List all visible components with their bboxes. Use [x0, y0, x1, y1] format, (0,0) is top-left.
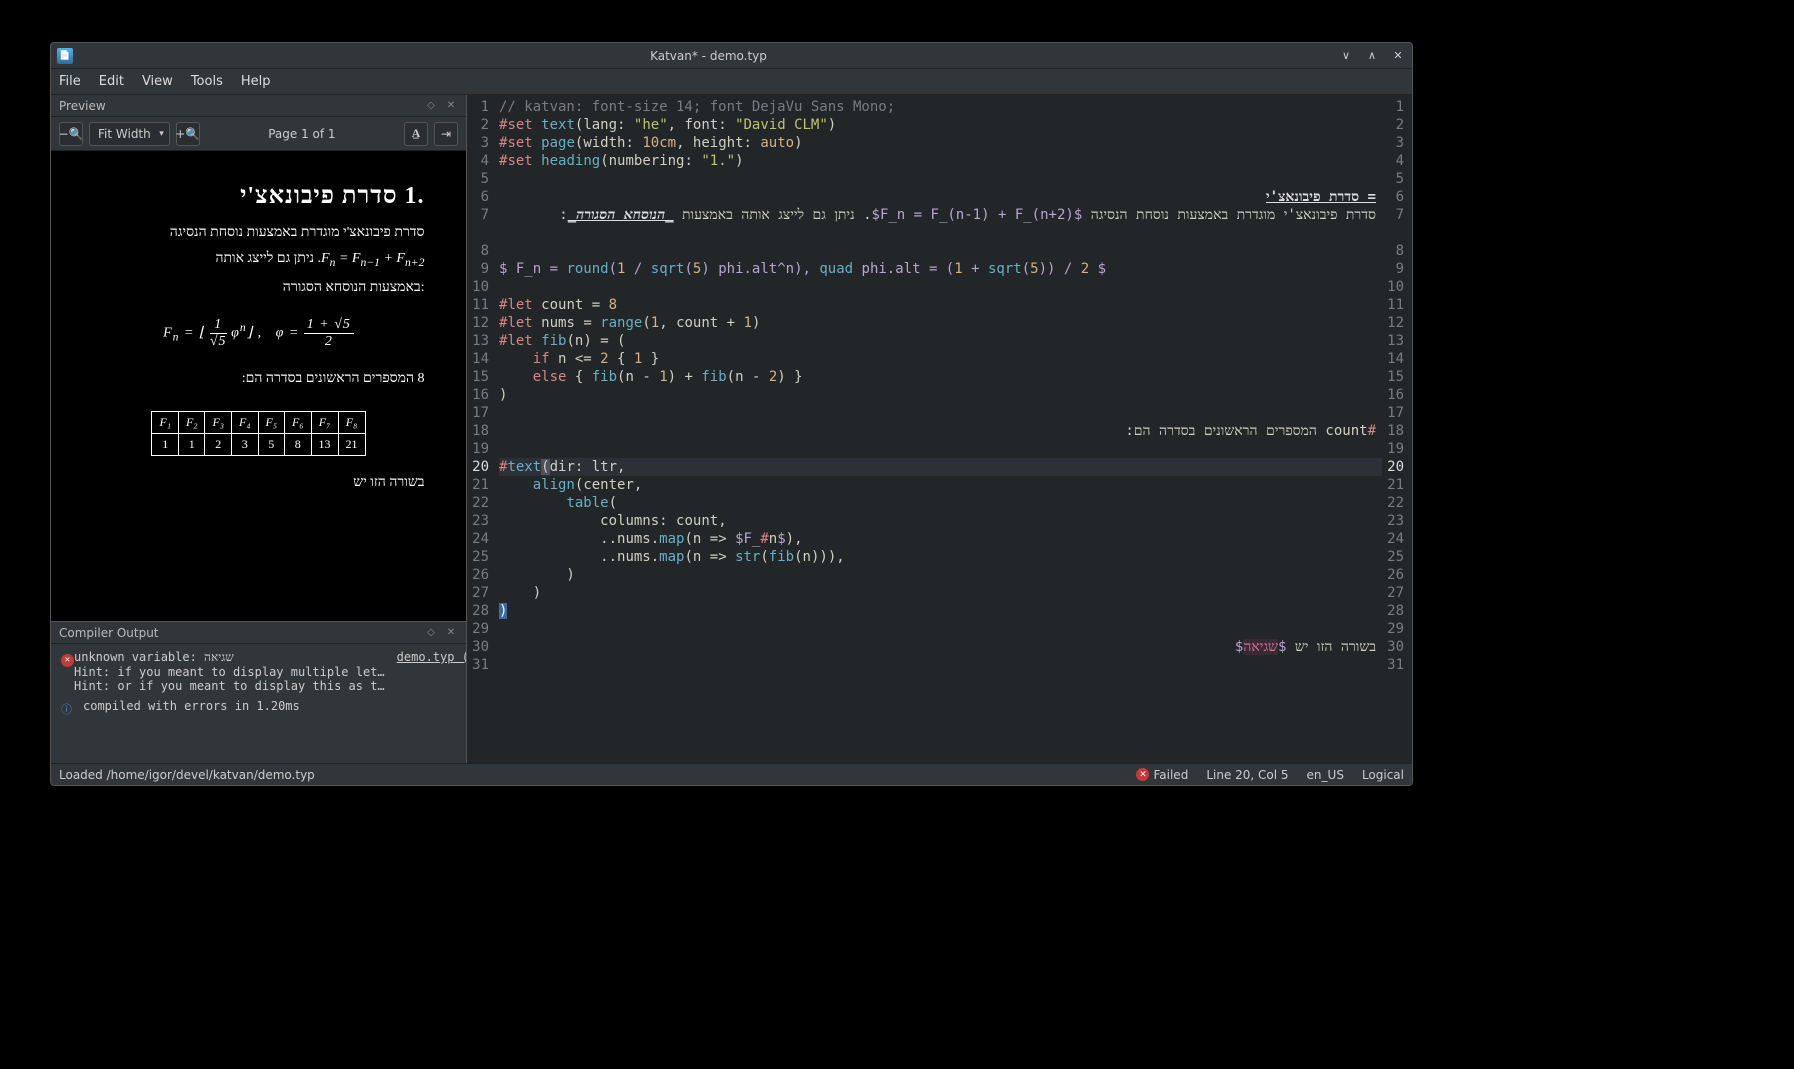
doc-para3: :באמצעות הנוסחא הסגורה: [93, 277, 425, 299]
zoom-in-button[interactable]: +🔍: [176, 122, 200, 146]
menubar: File Edit View Tools Help: [51, 69, 1412, 95]
text-cursor-button[interactable]: A̲: [404, 122, 428, 146]
rendered-page: .1 סדרת פיבונאצ'י סדרת פיבונאצ'י מוגדרת …: [69, 163, 449, 609]
compiler-row-info: ⓘ compiled with errors in 1.20ms: [59, 699, 458, 717]
menu-file[interactable]: File: [59, 74, 81, 89]
status-direction[interactable]: Logical: [1362, 768, 1404, 782]
preview-toolbar: −🔍 Fit Width +🔍 Page 1 of 1 A̲ ⇥: [51, 117, 466, 151]
compiler-body[interactable]: ✕ unknown variable: שגיאה Hint: if you m…: [51, 644, 466, 763]
maximize-button[interactable]: ∧: [1364, 48, 1380, 64]
block-formula: Fn = ⌊ 1√5 φn⌋ , φ = 1 + √52: [93, 317, 425, 350]
preview-title: Preview: [59, 99, 106, 113]
preview-area[interactable]: .1 סדרת פיבונאצ'י סדרת פיבונאצ'י מוגדרת …: [51, 151, 466, 621]
code-area[interactable]: // katvan: font-size 14; font DejaVu San…: [495, 95, 1382, 763]
error-icon: ✕: [1136, 768, 1149, 781]
compiler-title: Compiler Output: [59, 626, 159, 640]
left-pane: Preview ◇ ✕ −🔍 Fit Width +🔍 Page 1 of 1 …: [51, 95, 467, 763]
compiler-panel-header: Compiler Output ◇ ✕: [51, 622, 466, 644]
titlebar: 📄 Katvan* - demo.typ ∨ ∧ ✕: [51, 43, 1412, 69]
table-header-row: F₁ F₂ F₃ F₄ F₅ F₆ F₇ F₈: [152, 411, 365, 433]
compiler-row-error: ✕ unknown variable: שגיאה Hint: if you m…: [59, 650, 458, 693]
fibonacci-table: F₁ F₂ F₃ F₄ F₅ F₆ F₇ F₈ 1 1 2: [151, 411, 365, 456]
menu-help[interactable]: Help: [241, 74, 271, 89]
table-value-row: 1 1 2 3 5 8 13 21: [152, 433, 365, 455]
compiler-panel: Compiler Output ◇ ✕ ✕ unknown variable: …: [51, 621, 466, 763]
info-icon: ⓘ: [59, 699, 83, 717]
gutter-left[interactable]: 1234567 89101112131415161718192021222324…: [467, 95, 495, 763]
menu-tools[interactable]: Tools: [191, 74, 223, 89]
panel-close-icon[interactable]: ✕: [444, 626, 458, 640]
status-locale[interactable]: en_US: [1307, 768, 1344, 782]
table-caption: 8 המספרים הראשונים בסדרה הם:: [93, 368, 425, 390]
status-left: Loaded /home/igor/devel/katvan/demo.typ: [59, 768, 1118, 782]
editor-pane[interactable]: 1234567 89101112131415161718192021222324…: [467, 95, 1412, 763]
status-cursor: Line 20, Col 5: [1206, 768, 1288, 782]
status-compile[interactable]: ✕Failed: [1136, 768, 1188, 782]
page-heading: .1 סדרת פיבונאצ'י: [93, 183, 425, 210]
statusbar: Loaded /home/igor/devel/katvan/demo.typ …: [51, 763, 1412, 785]
close-button[interactable]: ✕: [1390, 48, 1406, 64]
window-title: Katvan* - demo.typ: [79, 49, 1338, 63]
app-window: 📄 Katvan* - demo.typ ∨ ∧ ✕ File Edit Vie…: [50, 42, 1413, 786]
panel-float-icon[interactable]: ◇: [424, 99, 438, 113]
error-icon: ✕: [59, 650, 74, 667]
zoom-out-button[interactable]: −🔍: [59, 122, 83, 146]
doc-para2: Fn = Fn−1 + Fn+2. ניתן גם לייצג אותה: [93, 248, 425, 272]
app-icon: 📄: [57, 48, 73, 64]
menu-edit[interactable]: Edit: [99, 74, 124, 89]
doc-para1: סדרת פיבונאצ'י מוגדרת באמצעות נוסחת הנסי…: [93, 222, 425, 244]
panel-float-icon[interactable]: ◇: [424, 626, 438, 640]
page-indicator: Page 1 of 1: [206, 127, 398, 141]
preview-panel-header: Preview ◇ ✕: [51, 95, 466, 117]
zoom-select[interactable]: Fit Width: [89, 122, 170, 146]
doc-footer: בשורה הזו יש: [93, 472, 425, 494]
jump-to-button[interactable]: ⇥: [434, 122, 458, 146]
menu-view[interactable]: View: [142, 74, 173, 89]
inline-formula: Fn = Fn−1 + Fn+2: [321, 251, 424, 266]
compiler-location-link[interactable]: demo.typ (30:14): [385, 650, 466, 664]
panel-close-icon[interactable]: ✕: [444, 99, 458, 113]
gutter-right[interactable]: 1234567 89101112131415161718192021222324…: [1382, 95, 1412, 763]
minimize-button[interactable]: ∨: [1338, 48, 1354, 64]
